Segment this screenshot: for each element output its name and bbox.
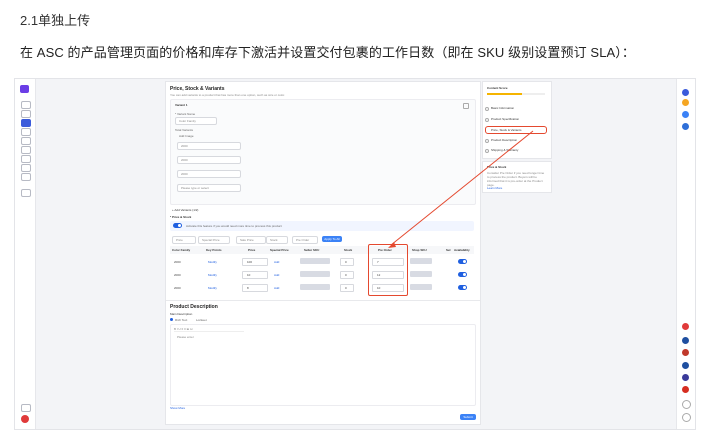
instruction-text: 在 ASC 的产品管理页面的价格和库存下激活并设置交付包裹的工作日数（即在 SK… <box>20 45 635 60</box>
annotation-arrow <box>388 130 534 248</box>
embedded-screenshot: Price, Stock & Variants You can add vari… <box>14 78 696 430</box>
section-heading: 2.1单独上传 <box>20 13 91 28</box>
